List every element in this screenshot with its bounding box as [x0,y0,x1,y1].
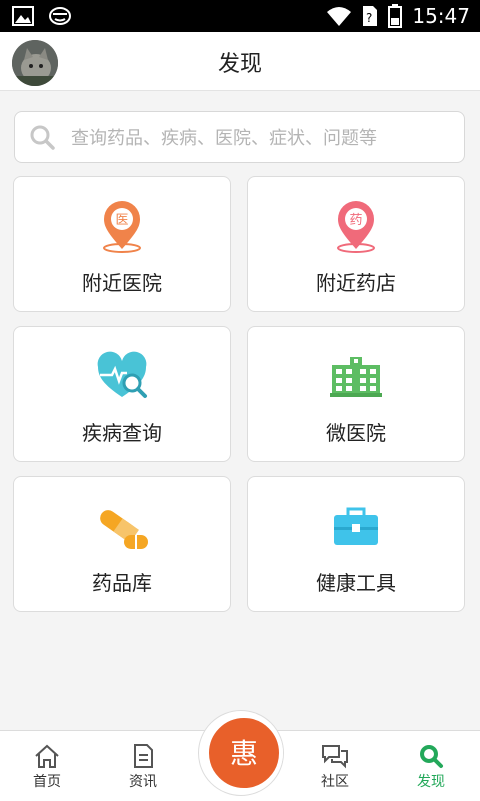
card-label: 微医院 [326,421,386,445]
chat-icon [322,745,348,769]
search-bar[interactable] [14,111,465,163]
status-bar: ? 15:47 [0,0,480,32]
face-icon [49,7,71,25]
card-label: 疾病查询 [82,421,162,445]
app-header: 发现 [0,32,480,91]
nav-item-discover[interactable]: 发现 [396,743,466,791]
sim-unknown-icon: ? [363,6,378,26]
toolbox-icon [334,507,378,545]
card-label: 附近医院 [82,271,162,295]
card-micro-hospital[interactable]: 微医院 [247,326,465,462]
heart-search-icon [97,351,147,398]
svg-text:?: ? [366,11,372,25]
nav-item-news[interactable]: 资讯 [108,743,178,791]
search-icon [420,745,443,768]
pill-capsule-icon [100,510,148,549]
nav-label: 发现 [417,774,445,790]
pharmacy-badge-text: 药 [349,213,362,228]
status-time: 15:47 [412,4,470,28]
nav-item-community[interactable]: 社区 [300,743,370,791]
card-label: 药品库 [92,571,152,595]
card-nearby-hospital[interactable]: 医 附近医院 [13,176,231,312]
search-input[interactable] [69,122,453,154]
card-nearby-pharmacy[interactable]: 药 附近药店 [247,176,465,312]
card-label: 健康工具 [316,571,396,595]
card-label: 附近药店 [316,271,396,295]
card-drug-library[interactable]: 药品库 [13,476,231,612]
center-button-label: 惠 [229,737,258,770]
home-icon [35,744,59,768]
nav-label: 资讯 [129,774,157,790]
pharmacy-location-icon: 药 [337,201,375,253]
nav-label: 社区 [321,774,349,790]
wifi-icon [327,7,352,26]
card-health-tools[interactable]: 健康工具 [247,476,465,612]
hospital-badge-text: 医 [115,213,128,228]
hospital-location-icon: 医 [103,201,141,253]
image-icon [12,6,34,26]
battery-icon [388,4,403,28]
nav-item-home[interactable]: 首页 [12,743,82,791]
card-disease-query[interactable]: 疾病查询 [13,326,231,462]
nav-label: 首页 [33,774,61,790]
page-title: 发现 [217,52,262,77]
document-icon [134,744,153,768]
building-icon [330,357,382,397]
search-icon [30,125,55,150]
benefit-center-button[interactable]: 惠 [205,714,283,792]
